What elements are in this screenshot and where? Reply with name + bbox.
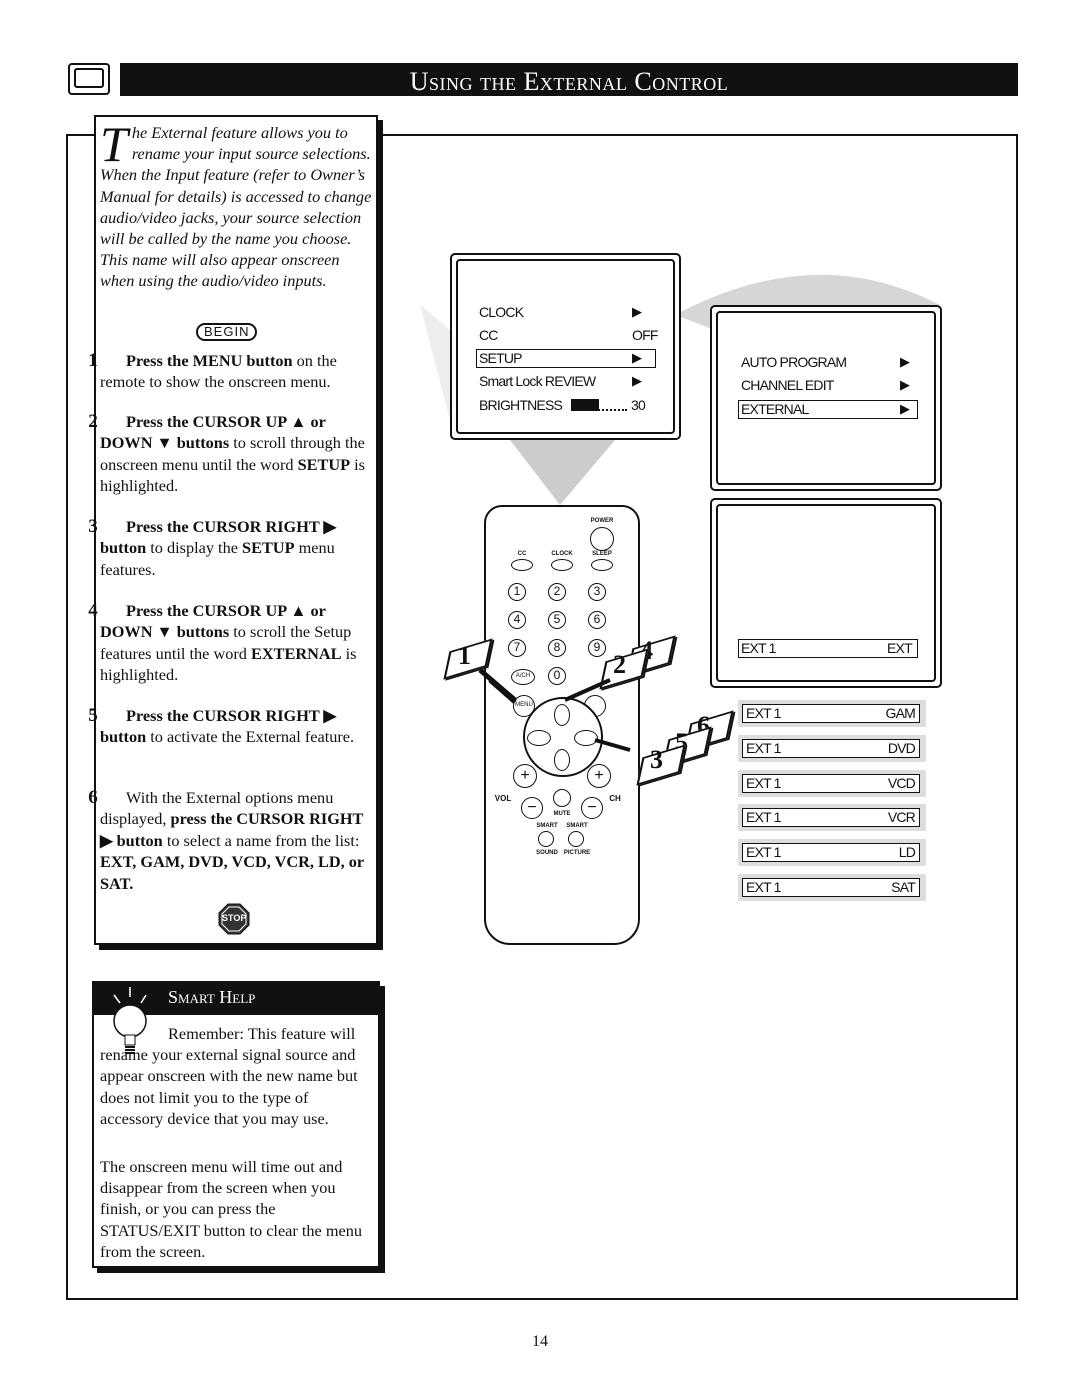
ext1-label[interactable]: EXT 1 bbox=[741, 640, 776, 656]
step-1: Press the MENU button on the remote to s… bbox=[100, 351, 337, 392]
smart-help-text-2: The onscreen menu will time out and disa… bbox=[100, 1157, 363, 1261]
arrow-right-icon: ▶ bbox=[632, 373, 642, 388]
main-menu-screen: CLOCK ▶ CC OFF SETUP ▶ Smart Lock REVIEW… bbox=[450, 253, 681, 440]
option-value: LD bbox=[898, 844, 916, 861]
stop-sign-icon: STOP bbox=[218, 903, 250, 935]
option-value: DVD bbox=[887, 739, 916, 756]
step-3: Press the CURSOR RIGHT ▶ button to displ… bbox=[100, 517, 337, 579]
menu-item-clock[interactable]: CLOCK bbox=[479, 304, 524, 320]
begin-label: BEGIN bbox=[196, 323, 258, 341]
smart-help-text-1: Remember: This feature will rename your … bbox=[100, 1024, 358, 1128]
digit-3-button[interactable]: 3 bbox=[588, 583, 606, 601]
option-sat[interactable]: EXT 1 SAT bbox=[738, 874, 926, 901]
vol-label: VOL bbox=[494, 794, 512, 803]
menu-item-cc[interactable]: CC bbox=[479, 327, 498, 343]
mute-button[interactable] bbox=[553, 789, 571, 807]
option-vcr[interactable]: EXT 1 VCR bbox=[738, 804, 926, 832]
option-ld[interactable]: EXT 1 LD bbox=[738, 839, 926, 867]
option-gam[interactable]: EXT 1 GAM bbox=[738, 700, 926, 727]
option-dvd[interactable]: EXT 1 DVD bbox=[738, 734, 926, 762]
page-title: Using the External Control bbox=[120, 63, 1018, 96]
digit-9-button[interactable]: 9 bbox=[588, 639, 606, 657]
digit-4-button[interactable]: 4 bbox=[508, 611, 526, 629]
option-value: SAT bbox=[891, 879, 916, 895]
arrow-right-icon: ▶ bbox=[900, 354, 910, 369]
drop-cap: T bbox=[100, 116, 128, 172]
step-2: Press the CURSOR UP ▲ or DOWN ▼ buttons … bbox=[100, 412, 366, 496]
option-box: EXT 1 VCR bbox=[742, 808, 920, 828]
cc-value: OFF bbox=[632, 327, 658, 343]
digit-6-button[interactable]: 6 bbox=[588, 611, 606, 629]
digit-1-button[interactable]: 1 bbox=[508, 583, 526, 601]
picture-label: PICTURE bbox=[563, 850, 591, 856]
menu-item-channel-edit[interactable]: CHANNEL EDIT bbox=[741, 377, 834, 393]
brightness-value: 30 bbox=[631, 397, 646, 413]
option-value: GAM bbox=[885, 705, 916, 721]
menu-item-brightness[interactable]: BRIGHTNESS bbox=[479, 397, 563, 413]
cc-button[interactable] bbox=[511, 559, 533, 571]
intro-body: he External feature allows you to rename… bbox=[100, 123, 372, 291]
option-label: EXT 1 bbox=[746, 844, 781, 861]
smart-sound-button[interactable] bbox=[538, 831, 554, 847]
menu-item-external[interactable]: EXTERNAL bbox=[741, 401, 809, 417]
page-number: 14 bbox=[532, 1333, 548, 1350]
callout-step-3: 3 bbox=[650, 745, 663, 774]
option-label: EXT 1 bbox=[746, 705, 781, 721]
option-value: VCD bbox=[887, 774, 916, 791]
option-value: VCR bbox=[887, 809, 916, 826]
intro-text: The External feature allows you to renam… bbox=[100, 116, 372, 292]
smart-help-title: Smart Help bbox=[168, 987, 256, 1007]
mute-label: MUTE bbox=[553, 811, 571, 817]
option-box: EXT 1 DVD bbox=[742, 738, 920, 758]
external-screen: EXT 1 EXT bbox=[710, 498, 942, 688]
arrow-right-icon: ▶ bbox=[900, 401, 910, 416]
option-box: EXT 1 VCD bbox=[742, 773, 920, 793]
sleep-button[interactable] bbox=[591, 559, 613, 571]
option-label: EXT 1 bbox=[746, 879, 781, 895]
tv-icon bbox=[68, 63, 110, 95]
arrow-right-icon: ▶ bbox=[632, 350, 642, 365]
step-6: With the External options menu displayed… bbox=[100, 788, 364, 893]
option-vcd[interactable]: EXT 1 VCD bbox=[738, 769, 926, 797]
option-label: EXT 1 bbox=[746, 809, 781, 826]
menu-item-smartlock-review[interactable]: Smart Lock REVIEW bbox=[479, 373, 596, 389]
menu-item-setup[interactable]: SETUP bbox=[479, 350, 522, 366]
ext1-value: EXT bbox=[887, 640, 913, 656]
sleep-label: SLEEP bbox=[592, 551, 612, 557]
setup-menu-screen: AUTO PROGRAM ▶ CHANNEL EDIT ▶ EXTERNAL ▶ bbox=[710, 305, 942, 491]
arrow-right-icon: ▶ bbox=[900, 377, 910, 392]
power-label: POWER bbox=[590, 518, 614, 524]
brightness-slider[interactable] bbox=[571, 399, 627, 411]
option-label: EXT 1 bbox=[746, 774, 781, 791]
digit-5-button[interactable]: 5 bbox=[548, 611, 566, 629]
smart-picture-button[interactable] bbox=[568, 831, 584, 847]
option-box: EXT 1 GAM bbox=[742, 704, 920, 723]
manual-page: Using the External Control The External … bbox=[0, 0, 1080, 1397]
arrow-right-icon: ▶ bbox=[632, 304, 642, 319]
stop-label: STOP bbox=[222, 913, 247, 923]
step-5: Press the CURSOR RIGHT ▶ button to activ… bbox=[100, 706, 355, 747]
clock-button[interactable] bbox=[551, 559, 573, 571]
digit-2-button[interactable]: 2 bbox=[548, 583, 566, 601]
smart-picture-label-top: SMART bbox=[566, 823, 588, 829]
step-4: Press the CURSOR UP ▲ or DOWN ▼ buttons … bbox=[100, 601, 357, 685]
digit-8-button[interactable]: 8 bbox=[548, 639, 566, 657]
pointing-hand-icon bbox=[478, 668, 631, 752]
menu-item-auto-program[interactable]: AUTO PROGRAM bbox=[741, 354, 847, 370]
digit-7-button[interactable]: 7 bbox=[508, 639, 526, 657]
option-box: EXT 1 SAT bbox=[742, 878, 920, 897]
power-button[interactable] bbox=[590, 527, 614, 551]
option-label: EXT 1 bbox=[746, 739, 781, 756]
option-box: EXT 1 LD bbox=[742, 843, 920, 863]
